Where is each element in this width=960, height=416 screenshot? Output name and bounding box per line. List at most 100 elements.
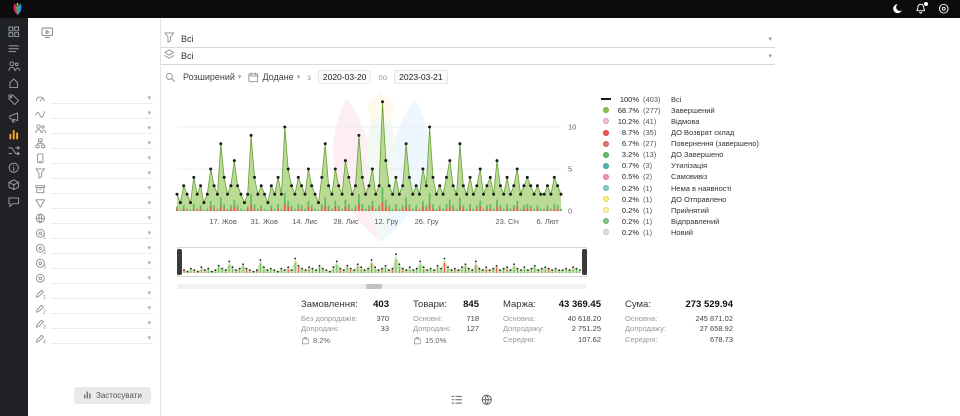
legend-count: (403)	[643, 95, 667, 104]
geo-view-icon[interactable]	[481, 394, 493, 406]
legend-percent: 0.2%	[615, 228, 639, 237]
legend-label: ДО Возврат склад	[671, 128, 734, 137]
nav-info-icon[interactable]	[5, 161, 23, 174]
legend-item[interactable]: 10.2%(41)Відмова	[601, 117, 759, 126]
legend-label: Відправлений	[671, 217, 719, 226]
analytics-dashboard: ▾▾▾▾▾▾▾▾▾1▾2▾3▾▾1▾2▾3▾4▾ Застосувати Всі…	[0, 0, 960, 416]
stat-sub-label: Допродані:	[413, 324, 451, 333]
filter-select-secondary[interactable]: Всі ▾	[161, 48, 775, 65]
announcements-icon[interactable]	[938, 3, 950, 15]
legend-item[interactable]: 0.2%(1)Нема в наявності	[601, 184, 759, 193]
utm-term-icon	[35, 273, 46, 284]
date-from-label: з	[307, 73, 311, 82]
dark-mode-icon[interactable]	[892, 3, 904, 15]
filter-row-geo: ▾	[35, 212, 153, 224]
filter-select-custom-field-4[interactable]: ▾	[51, 332, 153, 344]
filter-row-utm-term: ▾	[35, 272, 153, 284]
chevron-down-icon: ▾	[768, 35, 772, 43]
stat-sub-label: Допродажу:	[625, 324, 666, 333]
nav-tags-icon[interactable]	[5, 93, 23, 106]
brush-handle-right[interactable]	[582, 249, 587, 275]
nav-automation-icon[interactable]	[5, 144, 23, 157]
legend-item[interactable]: 0.7%(3)Утилізація	[601, 162, 759, 171]
legend-item[interactable]: 0.2%(1)Новий	[601, 228, 759, 237]
brush-handle-left[interactable]	[177, 249, 182, 275]
range-scrollbar-thumb[interactable]	[366, 284, 382, 289]
legend-item[interactable]: 3.2%(13)ДО Завершено	[601, 150, 759, 159]
filter-select-custom-field-1[interactable]: ▾	[51, 287, 153, 299]
svg-text:14. Лис: 14. Лис	[292, 217, 318, 226]
stat-col-orders: Замовлення:403Без допродажів:370Допродан…	[301, 299, 389, 345]
brand-logo[interactable]	[10, 2, 25, 16]
filter-select-primary[interactable]: Всі ▾	[161, 31, 775, 48]
tutorial-screen-icon[interactable]	[41, 26, 54, 39]
svg-text:31. Жов: 31. Жов	[250, 217, 278, 226]
range-scrollbar[interactable]	[177, 284, 587, 289]
filter-row-custom-field-2: 2▾	[35, 302, 153, 314]
legend-swatch	[601, 174, 611, 180]
stat-sub-value: 245 871.02	[695, 314, 733, 323]
search-icon[interactable]	[165, 72, 176, 83]
legend-swatch	[601, 218, 611, 224]
filter-select-segment[interactable]: ▾	[51, 197, 153, 209]
products-icon	[35, 183, 46, 194]
stat-subrow: Допродажу:2 751.25	[503, 324, 601, 333]
stat-subrow: Допродажу:27 658.92	[625, 324, 733, 333]
nav-dashboard-icon[interactable]	[5, 25, 23, 38]
legend-item[interactable]: 0.2%(1)Відправлений	[601, 217, 759, 226]
bag-icon	[413, 336, 422, 345]
filter-row-funnel: ▾	[35, 167, 153, 179]
filter-select-funnel[interactable]: ▾	[51, 167, 153, 179]
filter-select-phone[interactable]: ▾	[51, 152, 153, 164]
filter-row-products: ▾	[35, 182, 153, 194]
filter-select-activity[interactable]: ▾	[51, 107, 153, 119]
upsell-percent-row: 8.2%	[301, 336, 389, 345]
nav-chat-icon[interactable]	[5, 195, 23, 208]
legend-item[interactable]: 8.7%(35)ДО Возврат склад	[601, 128, 759, 137]
filter-select-custom-field-2[interactable]: ▾	[51, 302, 153, 314]
svg-text:23. Січ: 23. Січ	[495, 217, 519, 226]
date-to-input[interactable]: 2023-03-21	[394, 70, 447, 84]
filter-select-utm-medium[interactable]: ▾	[51, 242, 153, 254]
svg-text:12. Гру: 12. Гру	[374, 217, 398, 226]
legend-item[interactable]: 0.2%(1)Прийнятий	[601, 206, 759, 215]
stat-sub-value: 718	[466, 314, 479, 323]
legend-swatch	[601, 141, 611, 147]
stat-subrow: Середня:107.62	[503, 335, 601, 344]
apply-filters-button[interactable]: Застосувати	[74, 387, 151, 404]
filter-select-custom-field-3[interactable]: ▾	[51, 317, 153, 329]
nav-marketing-icon[interactable]	[5, 110, 23, 123]
legend-count: (27)	[643, 139, 667, 148]
legend-swatch	[601, 98, 611, 100]
advanced-mode-dropdown[interactable]: Розширений ▾	[183, 72, 241, 82]
nav-orders-icon[interactable]	[5, 42, 23, 55]
legend-item[interactable]: 68.7%(277)Завершений	[601, 106, 759, 115]
legend-swatch	[601, 207, 611, 213]
filter-select-departments[interactable]: ▾	[51, 137, 153, 149]
stat-sub-label: Основні:	[413, 314, 443, 323]
date-mode-dropdown[interactable]: Додане ▾	[248, 72, 300, 83]
legend-count: (35)	[643, 128, 667, 137]
filter-select-geo[interactable]: ▾	[51, 212, 153, 224]
legend-item[interactable]: 0.5%(2)Самовивіз	[601, 173, 759, 182]
filter-select-utm-term[interactable]: ▾	[51, 272, 153, 284]
date-from-input[interactable]: 2020-03-20	[318, 70, 371, 84]
legend-swatch	[601, 107, 611, 113]
nav-shop-icon[interactable]	[5, 76, 23, 89]
legend-item[interactable]: 6.7%(27)Повернення (завершено)	[601, 139, 759, 148]
filter-select-status[interactable]: ▾	[51, 92, 153, 104]
nav-analytics-icon[interactable]	[5, 127, 23, 140]
filter-select-utm-campaign[interactable]: ▾	[51, 257, 153, 269]
notifications-icon[interactable]	[915, 3, 927, 15]
legend-item[interactable]: 0.2%(1)ДО Отправлено	[601, 195, 759, 204]
stat-sub-label: Середня:	[625, 335, 657, 344]
stat-head: Товари:845	[413, 299, 479, 310]
nav-customers-icon[interactable]	[5, 59, 23, 72]
list-view-icon[interactable]	[451, 394, 463, 406]
filter-select-utm-source[interactable]: ▾	[51, 227, 153, 239]
legend-item[interactable]: 100%(403)Всі	[601, 95, 759, 104]
filter-select-managers[interactable]: ▾	[51, 122, 153, 134]
legend-percent: 0.5%	[615, 172, 639, 181]
filter-select-products[interactable]: ▾	[51, 182, 153, 194]
nav-integrations-icon[interactable]	[5, 178, 23, 191]
